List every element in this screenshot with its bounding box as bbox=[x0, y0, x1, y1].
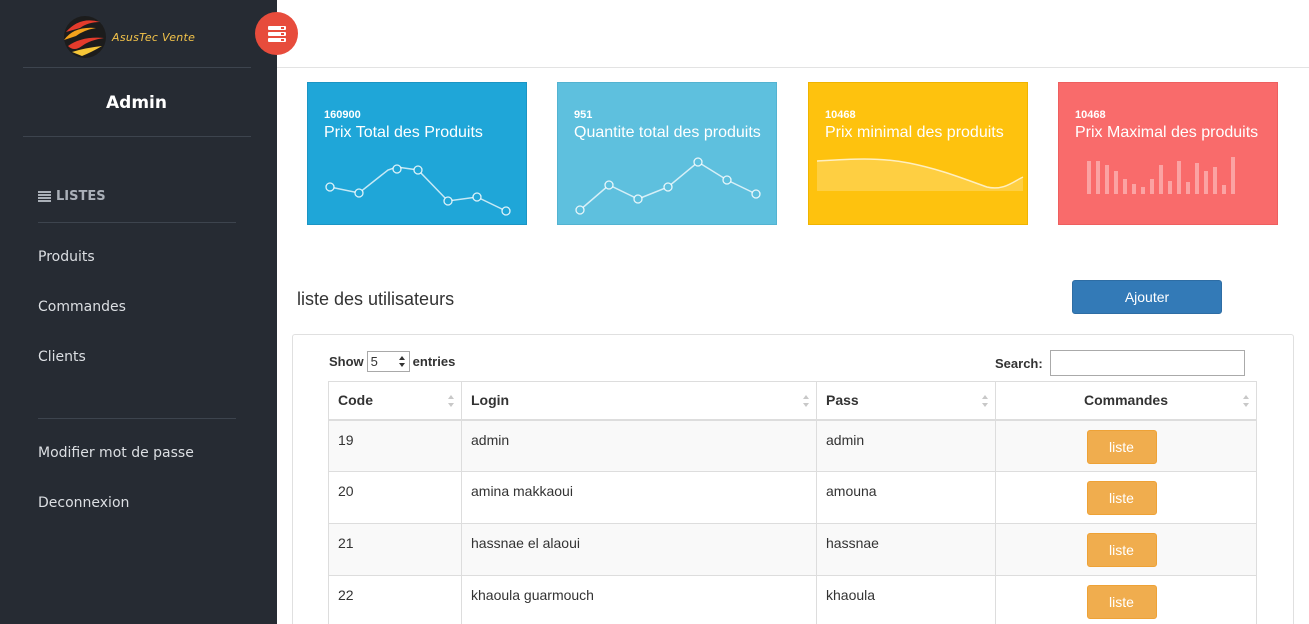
stat-card-label: Prix minimal des produits bbox=[825, 124, 1004, 141]
divider bbox=[23, 67, 251, 68]
entries-label: entries bbox=[412, 354, 456, 369]
spinner-arrows-icon bbox=[398, 356, 405, 367]
stat-card-value: 160900 bbox=[324, 109, 361, 121]
column-header-label: Commandes bbox=[1083, 392, 1169, 409]
sort-icon bbox=[1243, 395, 1249, 407]
line-sparkline-icon bbox=[575, 157, 761, 215]
stat-card-value: 10468 bbox=[1075, 109, 1106, 121]
column-header-label: Pass bbox=[826, 392, 859, 409]
divider bbox=[38, 222, 236, 223]
cell-code: 21 bbox=[328, 523, 462, 576]
stat-card-label: Prix Maximal des produits bbox=[1075, 124, 1259, 141]
table-search: Search: bbox=[995, 350, 1245, 376]
column-header-code[interactable]: Code bbox=[328, 381, 462, 421]
brand-logo[interactable]: AsusTec Vente bbox=[60, 12, 220, 62]
table-header-row: Code Login Pass Commandes bbox=[328, 381, 1257, 421]
server-icon bbox=[267, 25, 286, 42]
sidebar-toggle-button[interactable] bbox=[255, 12, 298, 55]
cell-code: 20 bbox=[328, 471, 462, 524]
sidebar-item-clients[interactable]: Clients bbox=[38, 349, 86, 365]
search-label: Search: bbox=[995, 355, 1043, 371]
liste-button[interactable]: liste bbox=[1086, 533, 1157, 567]
column-header-commandes[interactable]: Commandes bbox=[995, 381, 1257, 421]
sidebar-section-label: LISTES bbox=[56, 189, 106, 204]
cell-pass: amouna bbox=[816, 471, 996, 524]
page-size-value: 5 bbox=[370, 354, 378, 369]
cell-code: 22 bbox=[328, 575, 462, 624]
page-size-select[interactable]: 5 bbox=[366, 351, 410, 372]
sidebar-item-commandes[interactable]: Commandes bbox=[38, 299, 126, 315]
brand-logo-icon bbox=[64, 16, 106, 58]
column-header-login[interactable]: Login bbox=[461, 381, 817, 421]
divider bbox=[23, 136, 251, 137]
liste-button[interactable]: liste bbox=[1086, 429, 1157, 464]
show-label: Show bbox=[329, 354, 364, 369]
cell-login: amina makkaoui bbox=[461, 471, 817, 524]
stat-card-label: Prix Total des Produits bbox=[324, 124, 483, 141]
bar-sparkline-icon bbox=[1087, 157, 1235, 194]
search-input[interactable] bbox=[1049, 350, 1245, 376]
cell-commandes: liste bbox=[995, 419, 1257, 472]
column-header-label: Code bbox=[338, 392, 373, 409]
column-header-label: Login bbox=[471, 392, 510, 409]
stat-card-prix-minimal: 10468 Prix minimal des produits bbox=[808, 82, 1028, 225]
cell-pass: hassnae bbox=[816, 523, 996, 576]
sidebar-item-deconnexion[interactable]: Deconnexion bbox=[38, 495, 129, 511]
stat-card-value: 951 bbox=[574, 109, 593, 121]
list-icon bbox=[38, 191, 51, 202]
add-user-button[interactable]: Ajouter bbox=[1072, 280, 1222, 314]
stat-card-prix-total: 160900 Prix Total des Produits bbox=[307, 82, 527, 225]
sidebar-item-modifier-mot-de-passe[interactable]: Modifier mot de passe bbox=[38, 445, 194, 461]
cell-code: 19 bbox=[328, 419, 462, 472]
topbar-divider bbox=[277, 67, 1309, 68]
cell-pass: khaoula bbox=[816, 575, 996, 624]
sort-icon bbox=[448, 395, 454, 407]
line-sparkline-icon bbox=[325, 164, 511, 216]
brand-name: AsusTec Vente bbox=[112, 31, 196, 44]
cell-commandes: liste bbox=[995, 471, 1257, 524]
cell-pass: admin bbox=[816, 419, 996, 472]
table-row: 21 hassnae el alaoui hassnae liste bbox=[328, 523, 1257, 576]
cell-login: admin bbox=[461, 419, 817, 472]
sort-icon bbox=[982, 395, 988, 407]
sort-icon bbox=[803, 395, 809, 407]
table-row: 20 amina makkaoui amouna liste bbox=[328, 471, 1257, 524]
liste-button[interactable]: liste bbox=[1086, 585, 1157, 619]
area-sparkline-icon bbox=[816, 158, 1024, 191]
cell-login: hassnae el alaoui bbox=[461, 523, 817, 576]
liste-button[interactable]: liste bbox=[1086, 481, 1157, 515]
sidebar-title: Admin bbox=[106, 93, 167, 113]
stat-card-value: 10468 bbox=[825, 109, 856, 121]
sidebar: AsusTec Vente Admin LISTES Produits Comm… bbox=[0, 0, 277, 624]
sidebar-item-produits[interactable]: Produits bbox=[38, 249, 95, 265]
cell-commandes: liste bbox=[995, 575, 1257, 624]
page-size-control: Show 5 entries bbox=[329, 351, 455, 372]
sidebar-section-listes: LISTES bbox=[38, 189, 106, 204]
table-row: 19 admin admin liste bbox=[328, 419, 1257, 472]
stat-card-label: Quantite total des produits bbox=[574, 124, 761, 141]
users-table: Code Login Pass Commandes 19 admin admin… bbox=[328, 381, 1257, 624]
stat-card-quantite-total: 951 Quantite total des produits bbox=[557, 82, 777, 225]
users-list-title: liste des utilisateurs bbox=[297, 289, 455, 309]
column-header-pass[interactable]: Pass bbox=[816, 381, 996, 421]
cell-login: khaoula guarmouch bbox=[461, 575, 817, 624]
cell-commandes: liste bbox=[995, 523, 1257, 576]
table-row: 22 khaoula guarmouch khaoula liste bbox=[328, 575, 1257, 624]
stat-card-prix-maximal: 10468 Prix Maximal des produits bbox=[1058, 82, 1278, 225]
divider bbox=[38, 418, 236, 419]
